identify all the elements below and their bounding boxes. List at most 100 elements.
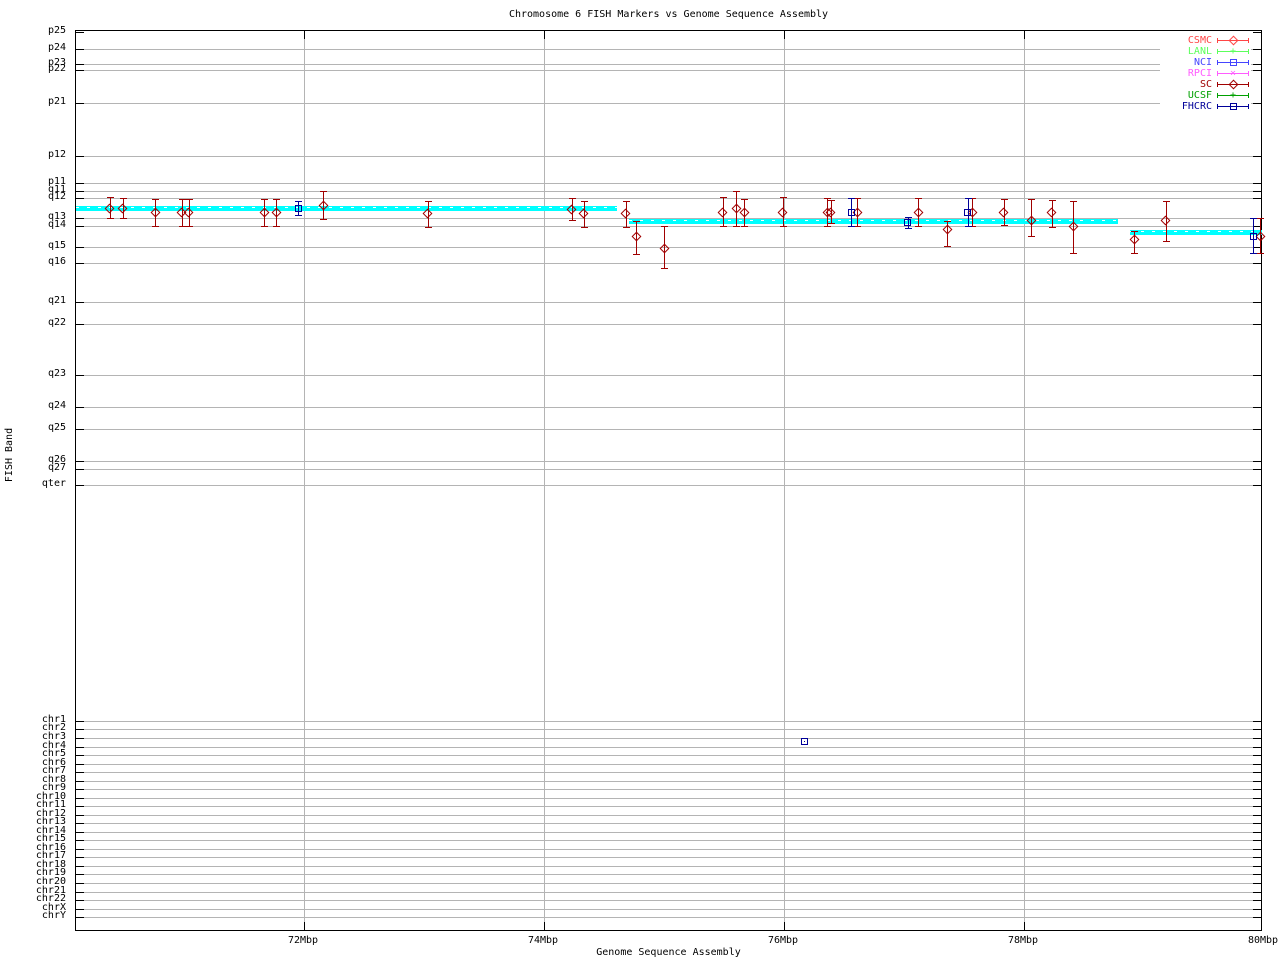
data-point-dot [1073, 226, 1075, 227]
data-point-dot [636, 236, 638, 237]
legend-marker-diamond-icon [1228, 79, 1239, 90]
y-axis-tick-left [76, 764, 84, 765]
legend-row: RPCI × [1162, 68, 1249, 79]
legend-row: LANL + [1162, 46, 1249, 57]
y-axis-tick-left [76, 917, 84, 918]
legend-cap [1217, 38, 1218, 43]
y-axis-tick-left [76, 832, 84, 833]
x-tick-label: 78Mbp [1007, 935, 1039, 946]
legend-marker-square-icon [1230, 59, 1237, 66]
y-axis-tick-right [1253, 183, 1261, 184]
h-gridline [76, 191, 1261, 192]
data-point-dot [583, 213, 585, 214]
h-gridline [76, 198, 1261, 199]
h-gridline [76, 900, 1261, 901]
error-bar-cap [320, 191, 328, 192]
x-tick-label: 80Mbp [1247, 935, 1279, 946]
y-axis-tick-right [1253, 191, 1261, 192]
data-point-dot [427, 213, 429, 214]
v-gridline [1024, 31, 1025, 930]
h-gridline [76, 815, 1261, 816]
y-tick-label: q21 [47, 295, 66, 306]
y-axis-tick-right [1253, 375, 1261, 376]
error-bar-cap [633, 221, 641, 222]
y-axis-tick-left [76, 375, 84, 376]
assembly-segment [629, 219, 1118, 224]
y-axis-tick-left [76, 840, 84, 841]
data-point-dot [571, 209, 573, 210]
error-bar-cap [1257, 218, 1265, 219]
legend-row: NCI [1162, 57, 1249, 68]
y-tick-label: p24 [47, 42, 66, 53]
data-point-dot [109, 208, 111, 209]
y-axis-tick-right [1253, 909, 1261, 910]
y-axis-tick-right [1253, 789, 1261, 790]
y-axis-tick-left [76, 407, 84, 408]
error-bar-cap [261, 199, 269, 200]
h-gridline [76, 866, 1261, 867]
error-bar-cap [633, 254, 641, 255]
x-tick-label: 74Mbp [527, 935, 559, 946]
data-point-dot [625, 213, 627, 214]
h-gridline [76, 469, 1261, 470]
y-axis-tick-right [1253, 900, 1261, 901]
h-gridline [76, 798, 1261, 799]
assembly-segment [1129, 230, 1262, 235]
data-point-dot [804, 741, 806, 742]
error-bar-cap [944, 221, 952, 222]
legend-cap [1248, 82, 1249, 87]
h-gridline [76, 764, 1261, 765]
y-axis-tick-left [76, 883, 84, 884]
data-point-dot [744, 212, 746, 213]
x-axis-tick-top [304, 31, 305, 39]
y-tick-label: q27 [47, 462, 66, 473]
error-bar-cap [661, 226, 668, 227]
y-axis-tick-left [76, 183, 84, 184]
y-axis-tick-right [1253, 823, 1261, 824]
y-tick-label: qter [41, 478, 66, 489]
error-bar-cap [827, 200, 835, 201]
y-axis-tick-left [76, 103, 84, 104]
y-axis-tick-left [76, 191, 84, 192]
data-point-dot [298, 208, 299, 209]
legend-cap [1217, 104, 1218, 109]
y-axis-tick-right [1253, 198, 1261, 199]
legend-label: RPCI [1187, 68, 1212, 79]
legend-label: UCSF [1187, 90, 1212, 101]
error-bar-cap [719, 226, 727, 227]
x-axis-tick-bottom [544, 922, 545, 930]
y-axis-tick-right [1253, 156, 1261, 157]
error-bar-cap [1162, 201, 1170, 202]
y-axis-tick-right [1253, 815, 1261, 816]
error-bar-cap [622, 201, 630, 202]
h-gridline [76, 789, 1261, 790]
error-bar-cap [185, 226, 193, 227]
y-tick-label: q22 [47, 317, 66, 328]
data-point-dot [851, 212, 853, 213]
data-point-dot [323, 205, 325, 206]
legend-sample: + [1217, 90, 1249, 101]
x-axis-tick-bottom [1024, 922, 1025, 930]
y-tick-label: chrY [41, 910, 66, 921]
data-point-dot [967, 212, 969, 213]
h-gridline [76, 849, 1261, 850]
y-axis-tick-left [76, 815, 84, 816]
error-bar-cap [568, 220, 576, 221]
y-axis-tick-left [76, 755, 84, 756]
y-axis-tick-left [76, 900, 84, 901]
error-bar-cap [1000, 225, 1008, 226]
y-axis-tick-right [1253, 849, 1261, 850]
y-axis-tick-right [1253, 747, 1261, 748]
x-tick-label: 76Mbp [767, 935, 799, 946]
legend-label: CSMC [1187, 35, 1212, 46]
error-bar-cap [320, 219, 328, 220]
error-bar-cap [1070, 201, 1078, 202]
y-axis-tick-right [1253, 103, 1261, 104]
y-axis-tick-left [76, 70, 84, 71]
x-axis-tick-top [544, 31, 545, 39]
y-axis-tick-left [76, 849, 84, 850]
y-axis-tick-left [76, 302, 84, 303]
h-gridline [76, 747, 1261, 748]
h-gridline [76, 103, 1261, 104]
y-axis-tick-right [1253, 832, 1261, 833]
